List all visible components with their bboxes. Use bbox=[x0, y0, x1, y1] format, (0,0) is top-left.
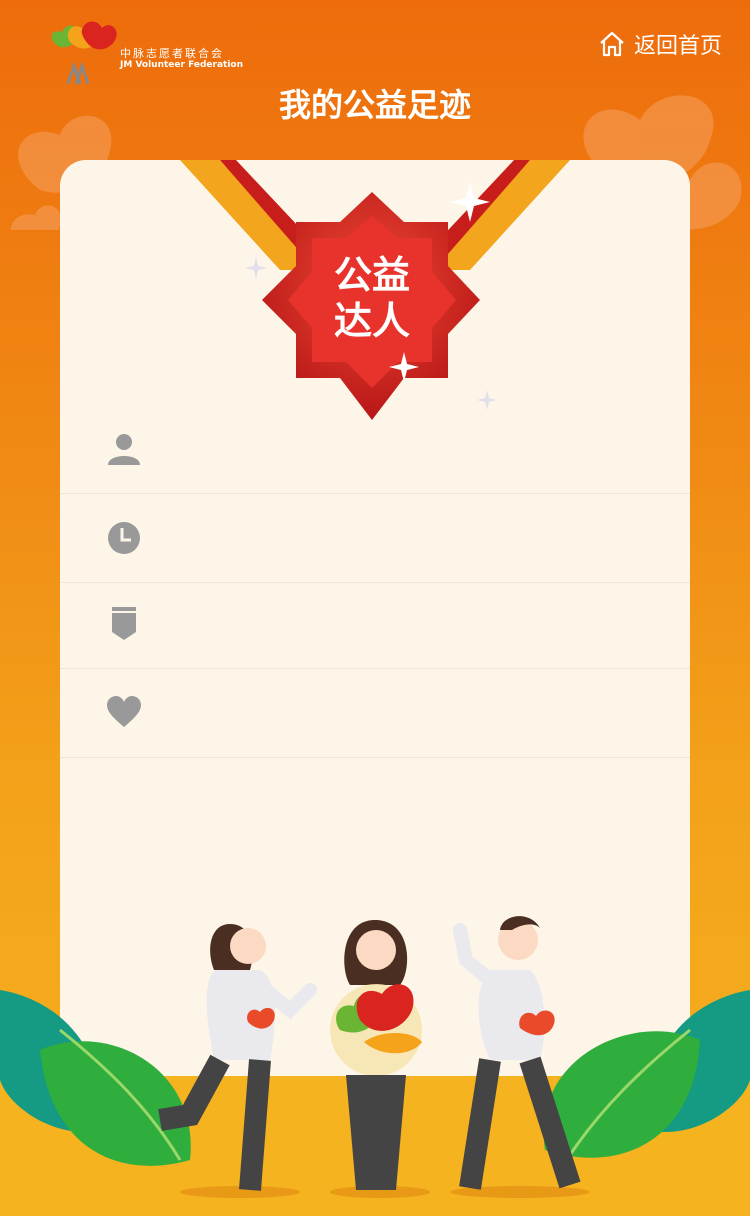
bookmark-icon bbox=[112, 607, 136, 640]
info-row-time bbox=[60, 494, 690, 583]
sparkle-icons bbox=[244, 182, 497, 410]
info-row-bookmark bbox=[60, 580, 690, 669]
clock-icon bbox=[108, 522, 140, 554]
info-row-heart bbox=[60, 669, 690, 758]
heart-icon bbox=[107, 696, 141, 727]
user-icon bbox=[108, 434, 140, 465]
volunteers-illustration bbox=[158, 916, 590, 1198]
